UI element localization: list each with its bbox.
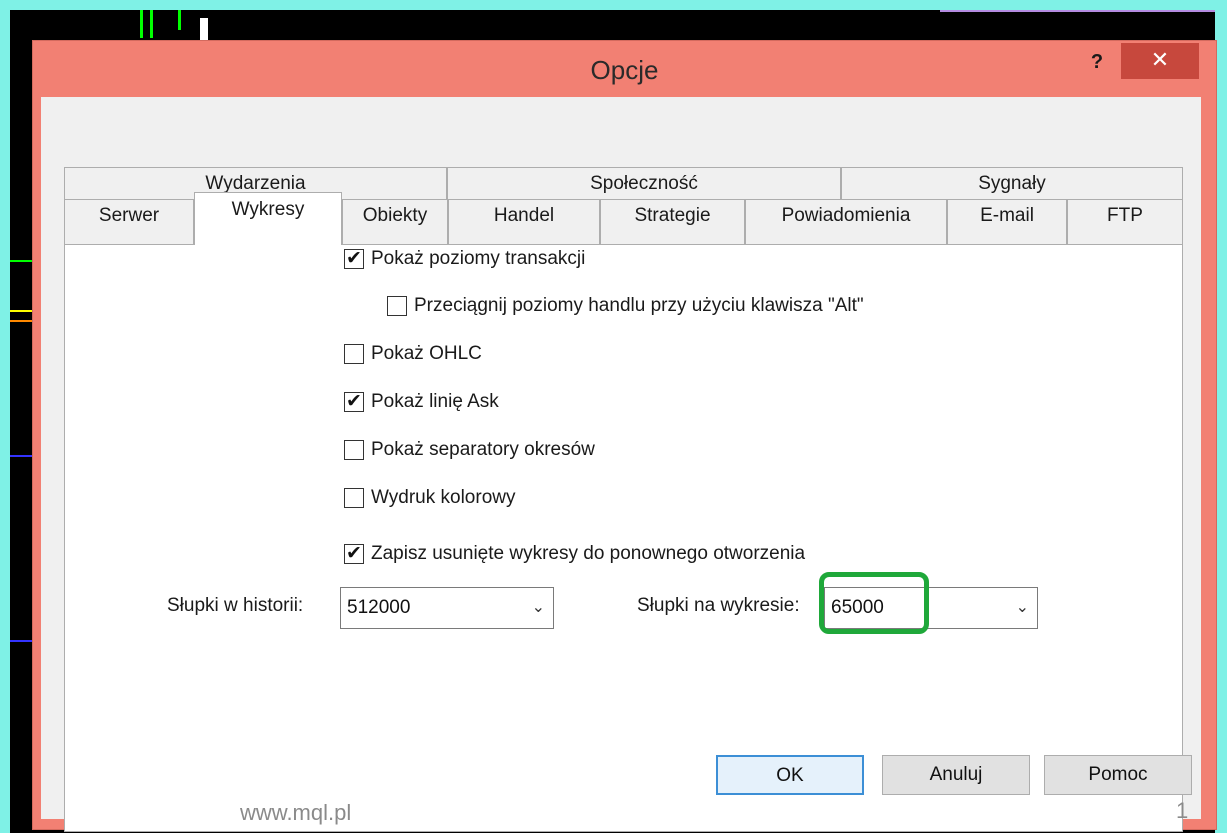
tab-email[interactable]: E-mail <box>947 199 1067 244</box>
tab-strategie[interactable]: Strategie <box>600 199 745 244</box>
dialog-client-area: Wydarzenia Społeczność Sygnały Serwer Wy… <box>41 97 1201 832</box>
chart-candle <box>140 10 143 38</box>
tab-sygnaly[interactable]: Sygnały <box>841 167 1183 199</box>
chart-candle <box>150 10 153 38</box>
checkbox-label: Pokaż separatory okresów <box>371 439 595 460</box>
dialog-title: Opcje <box>590 55 659 85</box>
chart-candle <box>178 10 181 30</box>
tab-panel-wykresy <box>64 244 1183 832</box>
checkbox-color-print[interactable]: Wydruk kolorowy <box>344 487 515 509</box>
checkbox-label: Wydruk kolorowy <box>371 487 516 508</box>
chart-line-orange <box>10 320 32 322</box>
close-icon: ✕ <box>1150 47 1170 72</box>
tab-powiadomienia[interactable]: Powiadomienia <box>745 199 947 244</box>
checkbox-box[interactable] <box>344 344 364 364</box>
title-bar[interactable]: Opcje ? ✕ <box>33 41 1216 97</box>
chart-line-green <box>10 260 32 262</box>
checkbox-label: Pokaż linię Ask <box>371 391 499 412</box>
desktop-background-left <box>0 0 10 833</box>
chevron-down-icon[interactable]: ⌄ <box>1016 588 1029 628</box>
checkbox-label: Przeciągnij poziomy handlu przy użyciu k… <box>414 295 864 316</box>
chart-line-yellow <box>10 310 32 312</box>
tab-serwer[interactable]: Serwer <box>64 199 194 244</box>
chart-line-blue <box>10 455 32 457</box>
cancel-button[interactable]: Anuluj <box>882 755 1030 795</box>
checkbox-box[interactable] <box>387 296 407 316</box>
chart-line-blue <box>10 640 32 642</box>
history-bars-select[interactable]: 512000 ⌄ <box>340 587 554 629</box>
chart-line-purple <box>940 10 1215 12</box>
checkbox-label: Zapisz usunięte wykresy do ponownego otw… <box>371 543 806 564</box>
tab-handel[interactable]: Handel <box>448 199 600 244</box>
help-button[interactable]: Pomoc <box>1044 755 1192 795</box>
tab-obiekty[interactable]: Obiekty <box>342 199 448 244</box>
checkbox-show-period-separators[interactable]: Pokaż separatory okresów <box>344 439 595 461</box>
checkbox-box[interactable] <box>344 488 364 508</box>
tab-ftp[interactable]: FTP <box>1067 199 1183 244</box>
checkbox-show-ohlc[interactable]: Pokaż OHLC <box>344 343 482 365</box>
ok-button[interactable]: OK <box>716 755 864 795</box>
checkbox-save-deleted-charts[interactable]: Zapisz usunięte wykresy do ponownego otw… <box>344 542 806 565</box>
chart-bars-label: Słupki na wykresie: <box>637 595 800 616</box>
history-bars-value: 512000 <box>347 597 411 618</box>
close-button[interactable]: ✕ <box>1121 43 1199 79</box>
checkbox-box[interactable] <box>344 390 364 413</box>
chart-candle <box>200 18 208 40</box>
checkbox-box[interactable] <box>344 542 364 565</box>
footer-url: www.mql.pl <box>240 800 352 825</box>
chevron-down-icon[interactable]: ⌄ <box>532 588 545 628</box>
checkbox-label: Pokaż poziomy transakcji <box>371 248 586 269</box>
tab-spolecznosc[interactable]: Społeczność <box>447 167 841 199</box>
page-number: 1 <box>1176 798 1189 823</box>
checkbox-label: Pokaż OHLC <box>371 343 482 364</box>
checkbox-box[interactable] <box>344 440 364 460</box>
checkbox-show-ask-line[interactable]: Pokaż linię Ask <box>344 390 499 413</box>
options-dialog: Opcje ? ✕ Wydarzenia Społeczność Sygnały… <box>32 40 1217 832</box>
history-bars-label: Słupki w historii: <box>167 595 304 616</box>
help-icon[interactable]: ? <box>1081 47 1113 79</box>
checkbox-drag-levels-alt[interactable]: Przeciągnij poziomy handlu przy użyciu k… <box>387 295 864 317</box>
checkbox-box[interactable] <box>344 247 364 270</box>
highlight-annotation <box>819 572 929 634</box>
tab-wykresy[interactable]: Wykresy <box>194 192 342 245</box>
checkbox-show-trade-levels[interactable]: Pokaż poziomy transakcji <box>344 247 586 270</box>
